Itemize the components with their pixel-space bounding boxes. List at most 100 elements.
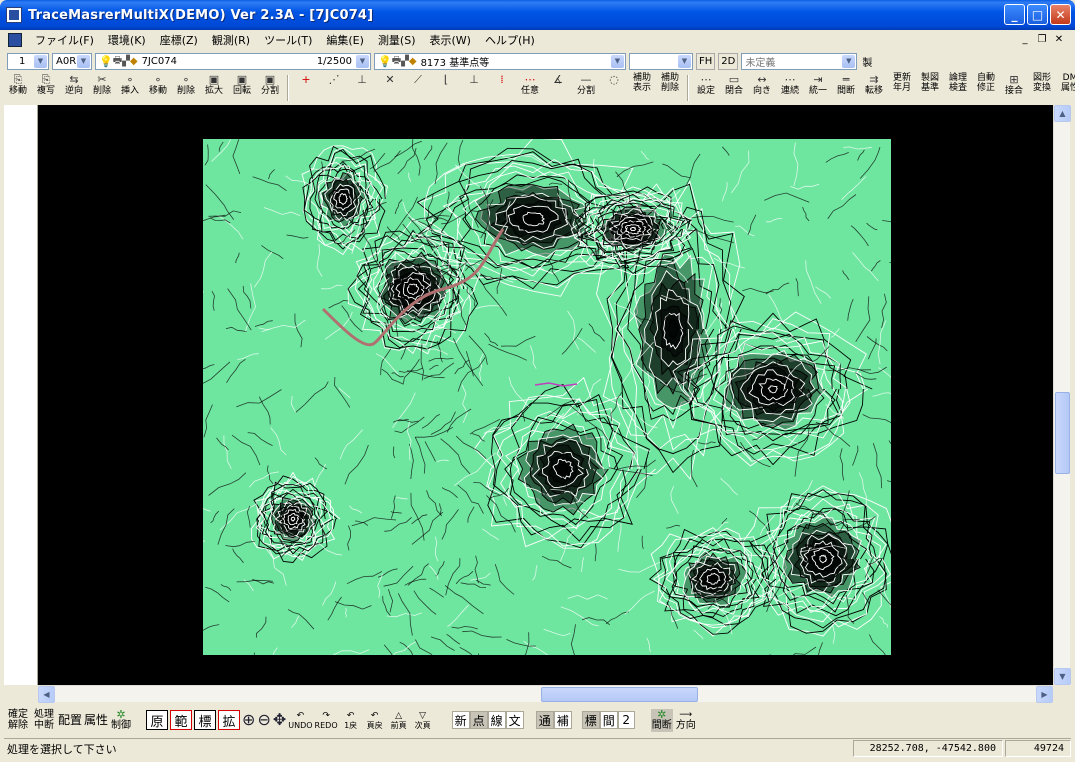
drawing-standard-button[interactable]: 製図 基準 — [916, 73, 944, 103]
transfer-button[interactable]: ⇉ 転移 — [860, 73, 888, 103]
enlarge-button[interactable]: ▣ 拡大 — [200, 73, 228, 103]
close-shape-button[interactable]: ▭ 閉合 — [720, 73, 748, 103]
aux-show-button[interactable]: 補助 表示 — [628, 73, 656, 103]
cross-button[interactable]: ✕ — [376, 73, 404, 103]
vertical-scrollbar[interactable]: ▲ ▼ — [1053, 105, 1071, 685]
seg-group2-option[interactable]: 補 — [553, 711, 572, 729]
direction-button[interactable]: ↔ 向き — [748, 73, 776, 103]
undo-button[interactable]: ↶ UNDO — [288, 711, 312, 730]
mdi-restore-button[interactable]: ❐ — [1034, 32, 1050, 46]
redo-button[interactable]: ↷ REDO — [315, 711, 338, 730]
document-icon[interactable] — [8, 32, 22, 47]
mdi-close-button[interactable]: ✕ — [1051, 32, 1067, 46]
layer-number-select[interactable]: 1 ▼ — [7, 52, 49, 70]
confirm-cancel-button[interactable]: 確定 解除 — [6, 709, 30, 731]
ellipse-button[interactable]: ◌ — [600, 73, 628, 103]
horizontal-scrollbar[interactable]: ◀ ▶ — [38, 685, 1053, 703]
range-view-button[interactable]: 範 — [170, 710, 193, 730]
zoom-in-icon[interactable]: ⊕ — [242, 711, 255, 729]
horizontal-scroll-thumb[interactable] — [541, 687, 698, 702]
gap-button[interactable]: ═ 間断 — [832, 73, 860, 103]
feature-code-select[interactable]: 💡 🖶 ▞ ◆ 8173 基準点等 ▼ — [374, 52, 626, 70]
menu-file[interactable]: ファイル(F) — [28, 32, 101, 48]
menu-tools[interactable]: ツール(T) — [257, 32, 319, 48]
place-button[interactable]: 配置 — [58, 714, 82, 726]
rotate-button[interactable]: ▣ 回転 — [228, 73, 256, 103]
attribute-button[interactable]: 属性 — [84, 714, 108, 726]
menu-observation[interactable]: 観測(R) — [205, 32, 257, 48]
menu-help[interactable]: ヘルプ(H) — [478, 32, 542, 48]
seg-group3-option[interactable]: 2 — [617, 711, 635, 729]
plus-button[interactable]: + — [292, 73, 320, 103]
seg-group2-option[interactable]: 通 — [535, 711, 554, 729]
unify-button[interactable]: ⇥ 統一 — [804, 73, 832, 103]
menu-coordinates[interactable]: 座標(Z) — [153, 32, 205, 48]
delete-point-button[interactable]: ∘ 削除 — [172, 73, 200, 103]
contour-map[interactable] — [203, 139, 891, 655]
make-button[interactable]: 製 — [860, 52, 875, 70]
control-button[interactable]: ✲ 制御 — [110, 709, 132, 731]
layer-code-select[interactable]: A0R ▼ — [52, 52, 92, 70]
expand-view-button[interactable]: 拡 — [218, 710, 241, 730]
gap-button[interactable]: ✲ 間断 — [650, 708, 673, 732]
zoom-out-icon[interactable]: ⊖ — [257, 711, 270, 729]
pan-icon[interactable]: ✥ — [273, 711, 286, 729]
close-button[interactable]: ✕ — [1050, 4, 1071, 25]
copy-button[interactable]: ⎘ 複写 — [32, 73, 60, 103]
copy-move-button[interactable]: ⎘ 移動 — [4, 73, 32, 103]
definition-select[interactable]: 未定義 ▼ — [741, 52, 858, 70]
cut-delete-button[interactable]: ✂ 削除 — [88, 73, 116, 103]
scroll-left-button[interactable]: ◀ — [38, 686, 55, 703]
diagonal-line-button[interactable]: ⟋ — [404, 73, 432, 103]
next-page-button[interactable]: ▽ 次頁 — [412, 711, 434, 730]
menu-survey[interactable]: 測量(S) — [371, 32, 423, 48]
direction-button[interactable]: ⟶ 方向 — [675, 710, 697, 731]
app-icon[interactable] — [6, 7, 22, 23]
menu-view[interactable]: 表示(W) — [423, 32, 478, 48]
mdi-minimize-button[interactable]: _ — [1017, 32, 1033, 46]
insert-point-button[interactable]: ∘ 挿入 — [116, 73, 144, 103]
connect-button[interactable]: ⋯ 連続 — [776, 73, 804, 103]
seg-group1-option[interactable]: 新 — [451, 711, 470, 729]
blank-select[interactable]: ▼ — [629, 52, 693, 70]
sheet-select[interactable]: 💡 🖶 ▞ ◆ 7JC074 1/2500 ▼ — [95, 52, 371, 70]
scroll-down-button[interactable]: ▼ — [1054, 668, 1071, 685]
dimension-toggle[interactable]: 2D — [718, 52, 739, 70]
update-year-button[interactable]: 更新 年月 — [888, 73, 916, 103]
vertical-scroll-thumb[interactable] — [1055, 392, 1070, 474]
dot-grid-button[interactable]: ⁞ — [488, 73, 516, 103]
arbitrary-button[interactable]: ⋯ 任意 — [516, 73, 544, 103]
seg-group3-option[interactable]: 標 — [581, 711, 600, 729]
seg-group1-option[interactable]: 文 — [505, 711, 524, 729]
previous-page-button[interactable]: △ 前頁 — [388, 711, 410, 730]
seg-group1-option[interactable]: 点 — [469, 711, 488, 729]
scroll-right-button[interactable]: ▶ — [1036, 686, 1053, 703]
auto-fix-button[interactable]: 自動 修正 — [972, 73, 1000, 103]
dm-attribute-button[interactable]: DM 属性 — [1056, 73, 1075, 103]
seg-group1-option[interactable]: 線 — [487, 711, 506, 729]
menu-environment[interactable]: 環境(K) — [101, 32, 153, 48]
page-back-button[interactable]: ↶ 頁戻 — [364, 711, 386, 730]
corner-line-button[interactable]: ⌊ — [432, 73, 460, 103]
standard-view-button[interactable]: 標 — [194, 710, 217, 730]
move-point-button[interactable]: ∘ 移動 — [144, 73, 172, 103]
rotate-dot-button[interactable]: ∡ — [544, 73, 572, 103]
menu-edit[interactable]: 編集(E) — [319, 32, 371, 48]
dx-dy-button[interactable]: ⋰ — [320, 73, 348, 103]
scroll-up-button[interactable]: ▲ — [1054, 105, 1071, 122]
shape-convert-button[interactable]: 図形 変換 — [1028, 73, 1056, 103]
seg-group3-option[interactable]: 間 — [599, 711, 618, 729]
offset-line-button[interactable]: ⊥ — [460, 73, 488, 103]
back-one-button[interactable]: ↶ 1戻 — [340, 711, 362, 730]
logic-check-button[interactable]: 論理 検査 — [944, 73, 972, 103]
perpendicular-button[interactable]: ⊥ — [348, 73, 376, 103]
fh-toggle[interactable]: FH — [696, 52, 716, 70]
divide-button[interactable]: — 分割 — [572, 73, 600, 103]
drawing-canvas[interactable] — [38, 105, 1053, 685]
maximize-button[interactable]: □ — [1027, 4, 1048, 25]
process-stop-button[interactable]: 処理 中断 — [32, 709, 56, 731]
join-button[interactable]: ⊞ 接合 — [1000, 73, 1028, 103]
minimize-button[interactable]: _ — [1004, 4, 1025, 25]
setting-button[interactable]: ⋯ 設定 — [692, 73, 720, 103]
original-view-button[interactable]: 原 — [146, 710, 169, 730]
